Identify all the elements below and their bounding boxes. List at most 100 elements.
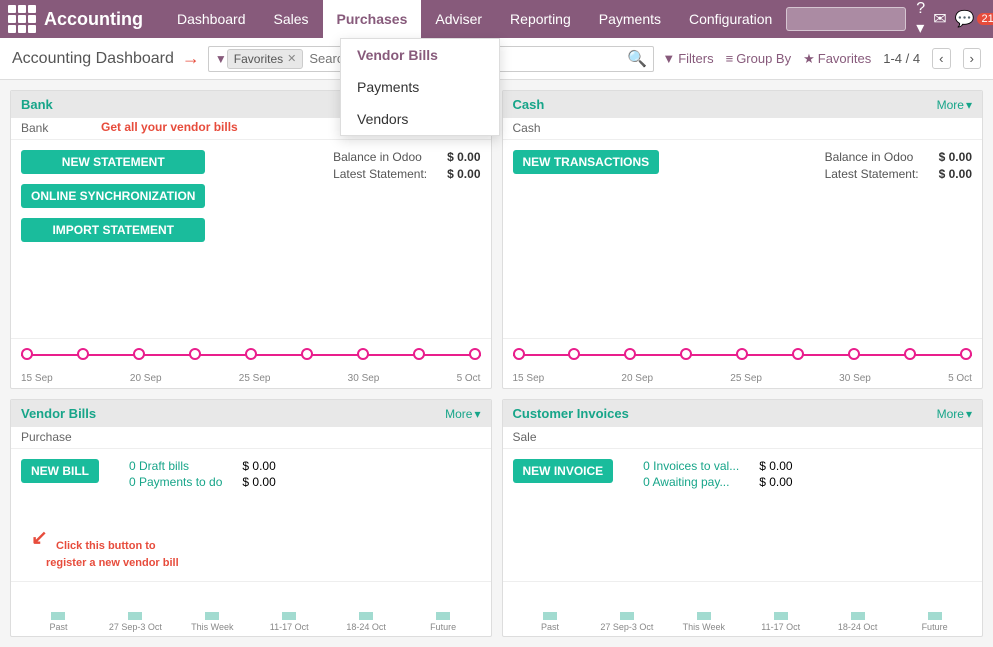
nav-purchases[interactable]: Purchases [323,0,422,38]
inv-bar-27sep-bar [620,612,634,620]
inv-bar-18oct: 18-24 Oct [820,612,895,632]
filter-funnel-icon: ▼ [662,51,675,66]
bank-card-body: Get all your vendor bills NEW STATEMENT … [11,140,491,338]
import-statement-button[interactable]: IMPORT STATEMENT [21,218,205,242]
bar-thisweek: This Week [175,612,250,632]
cash-timeline-dots [513,348,973,360]
inv-bar-past: Past [513,612,588,632]
dropdown-vendor-bills[interactable]: Vendor Bills [341,39,499,71]
next-page-button[interactable]: › [963,48,981,69]
inv-bar-future-bar [928,612,942,620]
vendor-bills-subtitle: Purchase [11,427,491,449]
cash-dot-7 [848,348,860,360]
cash-dot-4 [680,348,692,360]
bank-buttons: NEW STATEMENT ONLINE SYNCHRONIZATION IMP… [21,150,205,248]
cash-timeline-labels: 15 Sep 20 Sep 25 Sep 30 Sep 5 Oct [513,373,973,384]
inv-bar-27sep: 27 Sep-3 Oct [589,612,664,632]
cash-card-body: NEW TRANSACTIONS Balance in Odoo $ 0.00 … [503,140,983,338]
app-grid-icon[interactable] [8,5,36,33]
favorites-button[interactable]: ★ Favorites [803,51,871,67]
cash-card-title: Cash [513,97,545,112]
search-button[interactable]: 🔍 [627,49,647,69]
filter-close-icon[interactable]: ✕ [287,52,296,65]
nav-reporting[interactable]: Reporting [496,0,585,38]
chevron-down-icon: ▾ [966,98,972,112]
toolbar-actions: ▼ Filters ≡ Group By ★ Favorites 1-4 / 4… [662,48,981,69]
annotation-arrow: → [182,48,200,69]
filter-tag: Favorites ✕ [227,49,304,69]
app-name: Accounting [44,9,143,30]
groupby-button[interactable]: ≡ Group By [726,51,792,66]
nav-configuration[interactable]: Configuration [675,0,786,38]
invoice-stats: 0 Invoices to val... $ 0.00 0 Awaiting p… [643,459,792,491]
customer-invoices-chart: Past 27 Sep-3 Oct This Week 11-17 Oct 18… [503,581,983,636]
timeline-dot-7 [357,348,369,360]
new-bill-button[interactable]: NEW BILL [21,459,99,483]
star-icon: ★ [803,51,815,67]
purchases-dropdown: Vendor Bills Payments Vendors [340,38,500,136]
nav-dashboard[interactable]: Dashboard [163,0,260,38]
bank-card-title: Bank [21,97,53,112]
timeline-dot-8 [413,348,425,360]
cash-dot-9 [960,348,972,360]
nav-sales[interactable]: Sales [260,0,323,38]
customer-invoices-title: Customer Invoices [513,406,629,421]
timeline-dots [21,348,481,360]
awaiting-pay-link[interactable]: 0 Awaiting pay... [643,475,729,489]
nav-payments[interactable]: Payments [585,0,675,38]
new-transactions-button[interactable]: NEW TRANSACTIONS [513,150,660,174]
chevron-down-icon: ▾ [474,407,480,421]
invoices-val-link[interactable]: 0 Invoices to val... [643,459,739,473]
inv-bar-11oct-bar [774,612,788,620]
prev-page-button[interactable]: ‹ [932,48,950,69]
cash-buttons: NEW TRANSACTIONS [513,150,660,184]
bank-timeline: 15 Sep 20 Sep 25 Sep 30 Sep 5 Oct [11,338,491,388]
cash-dot-8 [904,348,916,360]
bar-11oct: 11-17 Oct [252,612,327,632]
dropdown-payments[interactable]: Payments [341,71,499,103]
chevron-down-icon: ▾ [966,407,972,421]
cash-dot-1 [513,348,525,360]
vendor-bills-header: Vendor Bills More ▾ [11,400,491,427]
mail-icon[interactable]: ✉ [933,9,946,29]
help-icon[interactable]: ? ▾ [916,0,925,38]
timeline-dot-2 [77,348,89,360]
online-sync-button[interactable]: ONLINE SYNCHRONIZATION [21,184,205,208]
inv-bar-18oct-bar [851,612,865,620]
new-statement-button[interactable]: NEW STATEMENT [21,150,205,174]
top-navigation: Accounting Dashboard Sales Purchases Adv… [0,0,993,38]
cash-more-button[interactable]: More ▾ [937,98,972,112]
cash-timeline: 15 Sep 20 Sep 25 Sep 30 Sep 5 Oct [503,338,983,388]
cash-balance: Balance in Odoo $ 0.00 Latest Statement:… [825,150,972,184]
filters-button[interactable]: ▼ Filters [662,51,713,66]
customer-invoices-more-button[interactable]: More ▾ [937,407,972,421]
page-count: 1-4 / 4 [883,51,920,66]
nav-adviser[interactable]: Adviser [421,0,496,38]
cash-dot-5 [736,348,748,360]
groupby-icon: ≡ [726,51,734,66]
cash-card: Cash More ▾ Cash NEW TRANSACTIONS Balanc… [502,90,984,389]
inv-bar-11oct: 11-17 Oct [743,612,818,632]
chat-icon[interactable]: 💬 21 [955,9,993,29]
nav-search-input[interactable] [786,7,906,31]
customer-invoices-subtitle: Sale [503,427,983,449]
cash-subtitle: Cash [503,118,983,140]
payments-todo-link[interactable]: 0 Payments to do [129,475,222,489]
cash-card-header: Cash More ▾ [503,91,983,118]
bar-future-bar [436,612,450,620]
inv-bar-thisweek: This Week [666,612,741,632]
timeline-dot-5 [245,348,257,360]
new-invoice-button[interactable]: NEW INVOICE [513,459,614,483]
timeline-dot-3 [133,348,145,360]
filter-label: Favorites [234,52,283,66]
vendor-bills-more-button[interactable]: More ▾ [445,407,480,421]
bar-future: Future [406,612,481,632]
filter-icon: ▼ [215,52,227,66]
timeline-dot-1 [21,348,33,360]
page-title: Accounting Dashboard [12,50,174,68]
dropdown-vendors[interactable]: Vendors [341,103,499,135]
bar-27sep-bar [128,612,142,620]
bar-past: Past [21,612,96,632]
draft-bills-link[interactable]: 0 Draft bills [129,459,189,473]
bar-11oct-bar [282,612,296,620]
